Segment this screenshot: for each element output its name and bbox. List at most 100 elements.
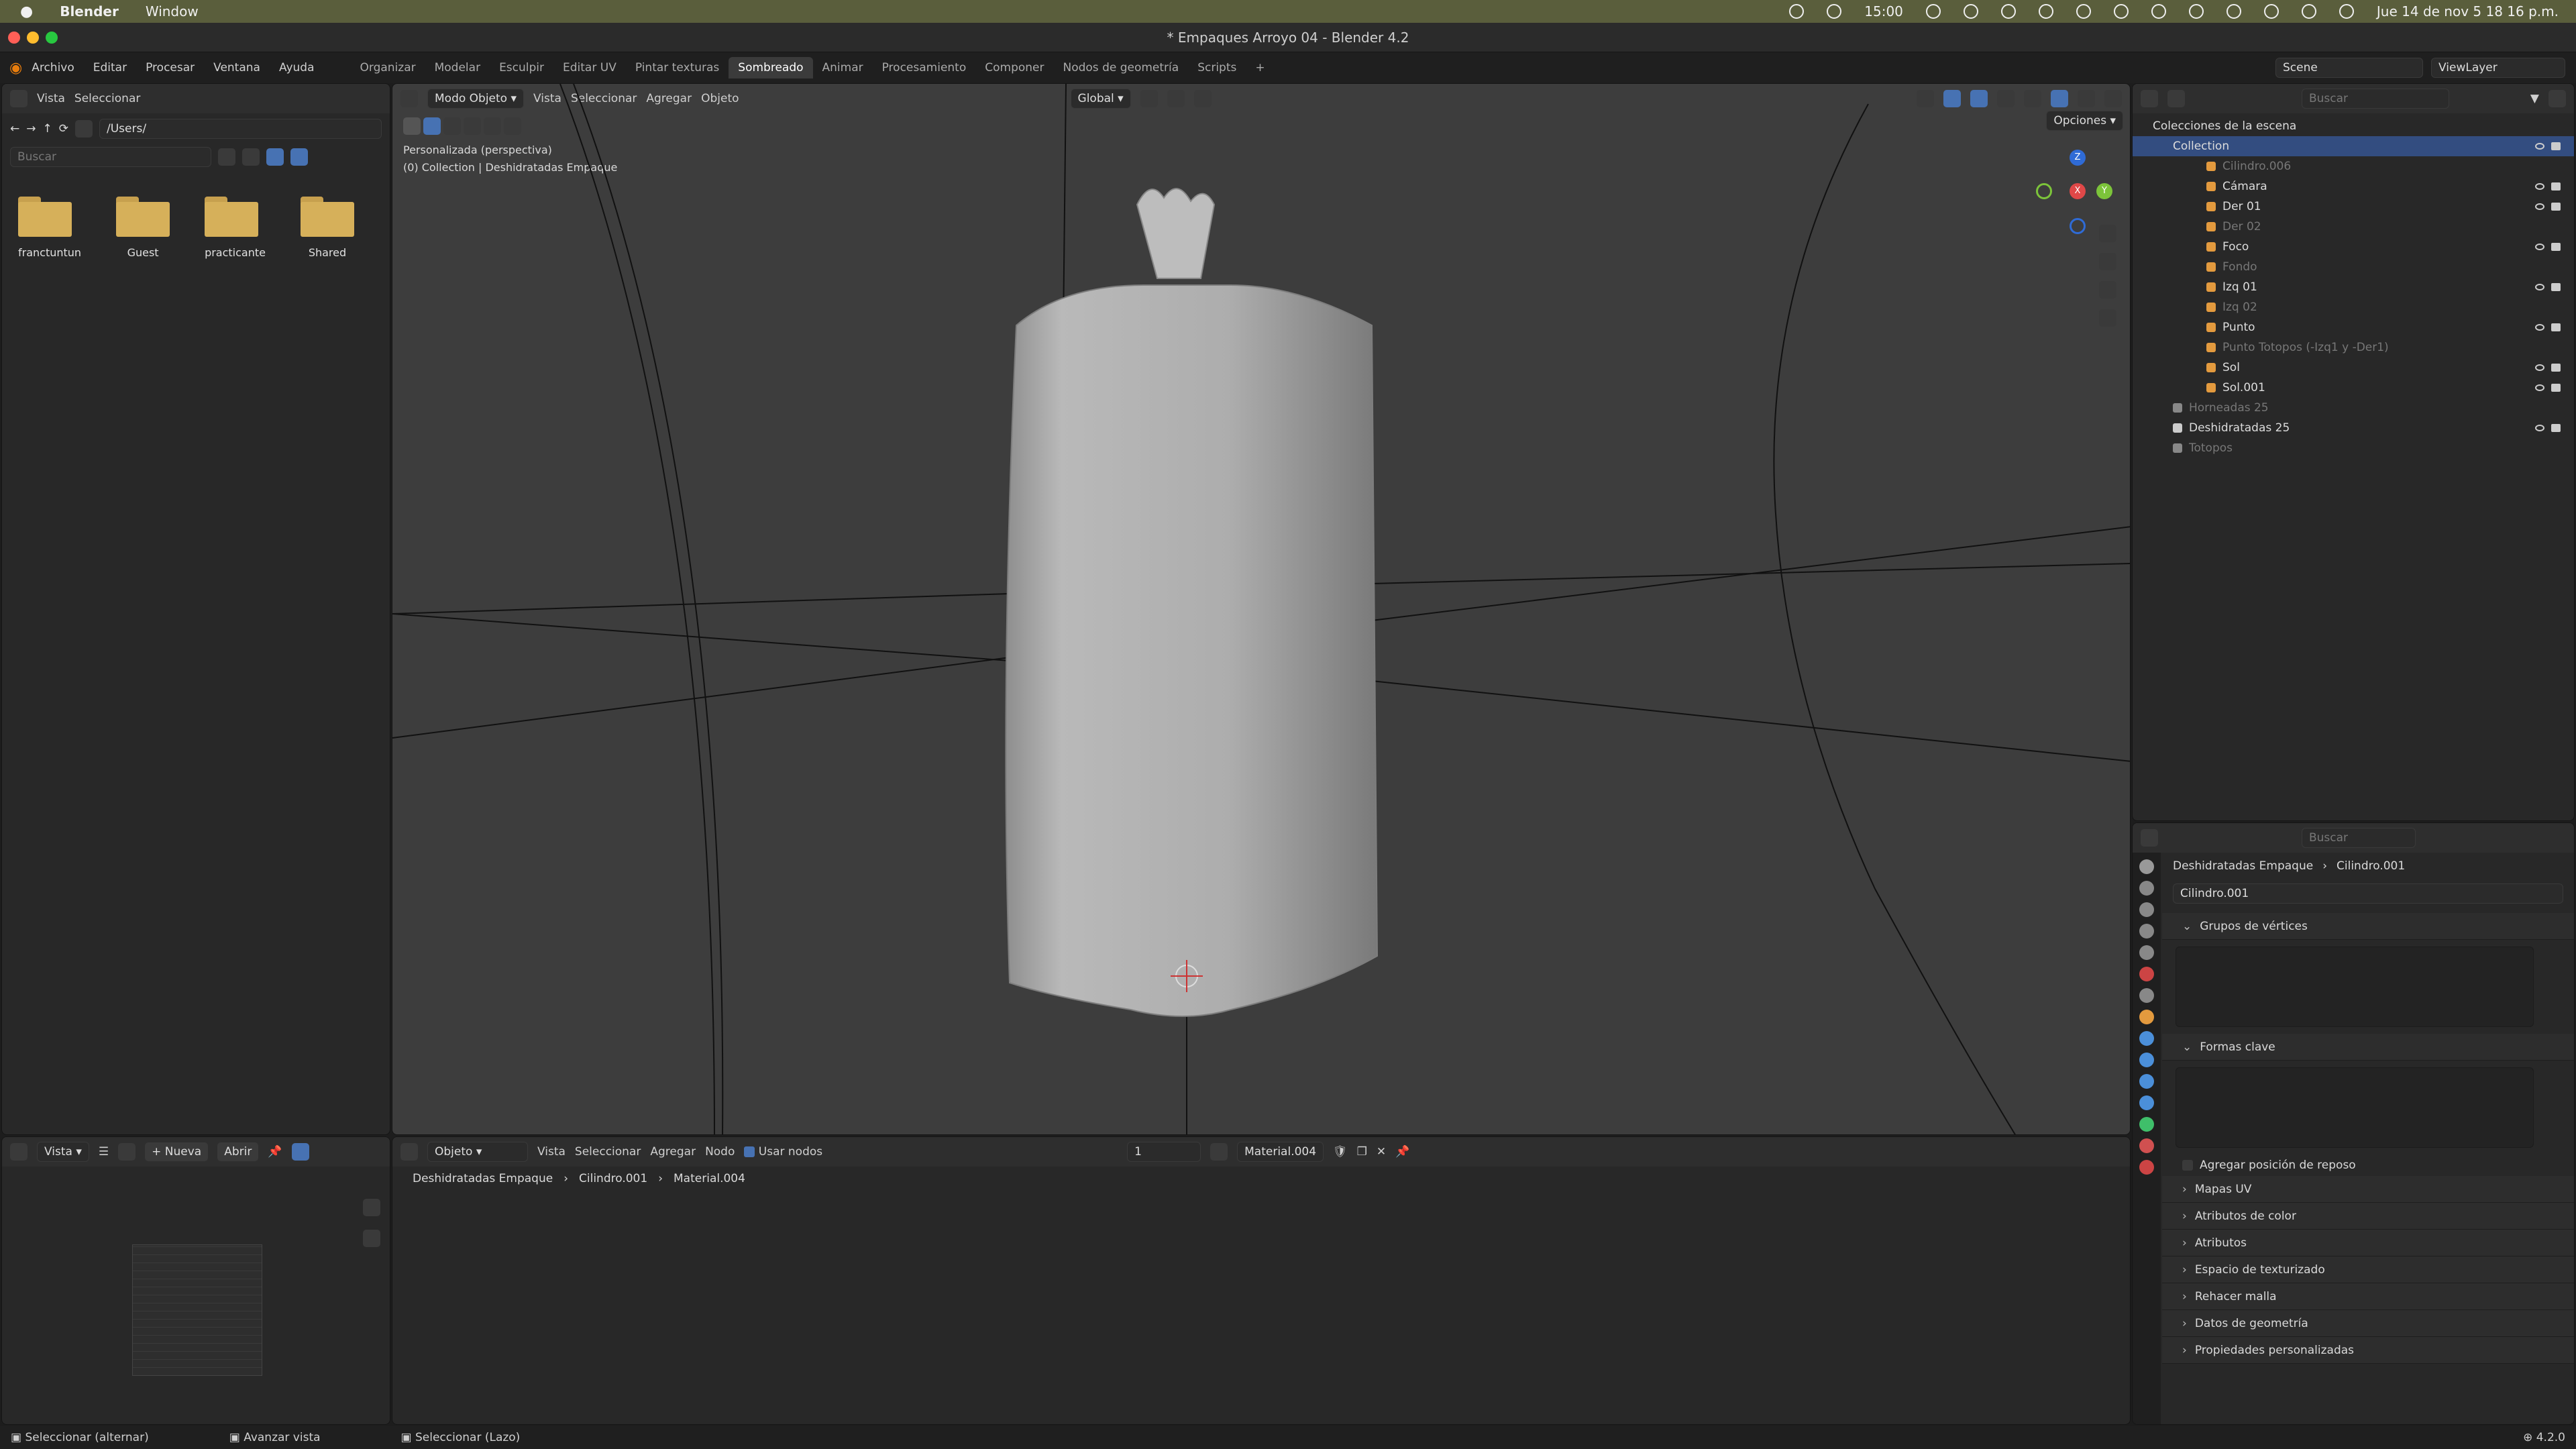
- render-camera-icon[interactable]: [2551, 182, 2561, 191]
- vertex-groups-section[interactable]: ⌄ Grupos de vértices: [2162, 913, 2574, 940]
- shape-keys-list[interactable]: [2176, 1067, 2534, 1148]
- shape-keys-section[interactable]: ⌄ Formas clave: [2162, 1034, 2574, 1061]
- workspace-tab-nodos-geometria[interactable]: Nodos de geometría: [1054, 57, 1189, 78]
- outliner-item[interactable]: Cilindro.006: [2133, 156, 2574, 176]
- material-name-field[interactable]: Material.004: [1237, 1142, 1324, 1162]
- apple-icon[interactable]: ●: [20, 3, 33, 20]
- axis-neg-y-handle[interactable]: [2036, 183, 2052, 199]
- uv-maps-section[interactable]: › Mapas UV: [2162, 1176, 2574, 1203]
- image-settings-icon[interactable]: [291, 1143, 309, 1161]
- tool-tab-icon[interactable]: [2139, 859, 2154, 874]
- eye-icon[interactable]: [2535, 324, 2544, 331]
- render-camera-icon[interactable]: [2551, 384, 2561, 392]
- render-camera-icon[interactable]: [2551, 203, 2561, 211]
- mac-menu-window[interactable]: Window: [146, 3, 199, 19]
- headphones-icon[interactable]: [2038, 4, 2053, 19]
- eye-icon[interactable]: [2535, 284, 2544, 290]
- moon-icon[interactable]: [2188, 4, 2204, 19]
- mac-datetime[interactable]: Jue 14 de nov 5 18 16 p.m.: [2377, 3, 2559, 19]
- menu-archivo[interactable]: Archivo: [22, 61, 84, 74]
- open-image-button[interactable]: Abrir: [217, 1142, 259, 1161]
- shader-editor-type-icon[interactable]: [400, 1143, 418, 1161]
- status-icon-4[interactable]: [1963, 4, 1978, 19]
- vertex-groups-list[interactable]: [2176, 947, 2534, 1027]
- outliner-item[interactable]: Sol: [2133, 358, 2574, 378]
- view-layer-tab-icon[interactable]: [2139, 924, 2154, 938]
- back-arrow-icon[interactable]: ←: [10, 122, 19, 136]
- outliner-item[interactable]: Sol.001: [2133, 378, 2574, 398]
- outliner-sub-collection[interactable]: Horneadas 25: [2133, 398, 2574, 418]
- shader-object-selector[interactable]: Objeto ▾: [427, 1142, 528, 1162]
- folder-item[interactable]: practicante: [205, 197, 266, 259]
- eye-icon[interactable]: [2535, 244, 2544, 250]
- shader-menu-seleccionar[interactable]: Seleccionar: [575, 1145, 641, 1159]
- object-tab-icon[interactable]: [2139, 1010, 2154, 1024]
- workspace-tab-esculpir[interactable]: Esculpir: [490, 57, 553, 78]
- file-menu-seleccionar[interactable]: Seleccionar: [74, 92, 140, 105]
- file-search-input[interactable]: Buscar: [10, 147, 211, 167]
- rest-position-row[interactable]: Agregar posición de reposo: [2162, 1155, 2574, 1176]
- axis-z-handle[interactable]: Z: [2070, 150, 2086, 166]
- geometry-data-section[interactable]: › Datos de geometría: [2162, 1310, 2574, 1337]
- workspace-tab-modelar[interactable]: Modelar: [425, 57, 490, 78]
- breadcrumb-object[interactable]: Deshidratadas Empaque: [2173, 859, 2313, 873]
- editor-type-icon[interactable]: [10, 90, 28, 107]
- use-nodes-checkbox[interactable]: Usar nodos: [744, 1145, 822, 1159]
- shader-menu-nodo[interactable]: Nodo: [705, 1145, 735, 1159]
- outliner-sub-collection[interactable]: Totopos: [2133, 438, 2574, 458]
- material-tab-icon[interactable]: [2139, 1138, 2154, 1153]
- mesh-name-field[interactable]: Cilindro.001: [2173, 883, 2563, 904]
- eye-icon[interactable]: [2535, 183, 2544, 190]
- outliner-item[interactable]: Der 02: [2133, 217, 2574, 237]
- mac-app-name[interactable]: Blender: [60, 3, 119, 19]
- breadcrumb-mesh[interactable]: Cilindro.001: [2337, 859, 2405, 873]
- particles-tab-icon[interactable]: [2139, 1053, 2154, 1067]
- outliner-item[interactable]: Der 01: [2133, 197, 2574, 217]
- wifi-icon[interactable]: [2226, 4, 2241, 19]
- control-center-icon[interactable]: [2339, 4, 2354, 19]
- remesh-section[interactable]: › Rehacer malla: [2162, 1283, 2574, 1310]
- menu-editar[interactable]: Editar: [84, 61, 136, 74]
- folder-item[interactable]: franctuntun: [18, 197, 81, 259]
- eye-icon[interactable]: [2535, 384, 2544, 391]
- outliner-item[interactable]: Cámara: [2133, 176, 2574, 197]
- shader-menu-vista[interactable]: Vista: [537, 1145, 566, 1159]
- eye-icon[interactable]: [2535, 143, 2544, 150]
- workspace-tab-animar[interactable]: Animar: [813, 57, 873, 78]
- refresh-icon[interactable]: ⟳: [59, 122, 68, 136]
- outliner-item[interactable]: Punto Totopos (-Izq1 y -Der1): [2133, 337, 2574, 358]
- custom-properties-section[interactable]: › Propiedades personalizadas: [2162, 1337, 2574, 1364]
- scene-tab-icon[interactable]: [2139, 945, 2154, 960]
- properties-editor-type-icon[interactable]: [2141, 829, 2158, 847]
- workspace-tab-pintar-texturas[interactable]: Pintar texturas: [626, 57, 729, 78]
- list-vertical-icon[interactable]: [218, 148, 235, 166]
- menu-procesar[interactable]: Procesar: [136, 61, 204, 74]
- axis-y-handle[interactable]: Y: [2096, 183, 2112, 199]
- bag-body[interactable]: [1005, 284, 1379, 1017]
- properties-search-input[interactable]: Buscar: [2302, 828, 2416, 848]
- pan-hand-icon[interactable]: [2099, 253, 2116, 270]
- grid-view-icon[interactable]: [2099, 309, 2116, 327]
- image-view-selector[interactable]: Vista ▾: [37, 1142, 89, 1162]
- eye-icon[interactable]: [2535, 364, 2544, 371]
- image-editor-type-icon[interactable]: [10, 1143, 28, 1161]
- color-attributes-section[interactable]: › Atributos de color: [2162, 1203, 2574, 1230]
- outliner-item[interactable]: Fondo: [2133, 257, 2574, 277]
- mesh-data-tab-icon[interactable]: [2139, 1117, 2154, 1132]
- blender-logo-icon[interactable]: ◉: [9, 60, 22, 76]
- physics-tab-icon[interactable]: [2139, 1074, 2154, 1089]
- workspace-tab-editar-uv[interactable]: Editar UV: [553, 57, 626, 78]
- workspace-tab-procesamiento[interactable]: Procesamiento: [873, 57, 976, 78]
- view-layer-selector[interactable]: ViewLayer: [2431, 58, 2565, 78]
- spotlight-icon[interactable]: [2263, 4, 2279, 19]
- workspace-tab-scripts[interactable]: Scripts: [1188, 57, 1246, 78]
- texture-space-section[interactable]: › Espacio de texturizado: [2162, 1256, 2574, 1283]
- outliner-editor-type-icon[interactable]: [2141, 90, 2158, 107]
- breadcrumb-mesh[interactable]: Cilindro.001: [579, 1172, 647, 1185]
- render-tab-icon[interactable]: [2139, 881, 2154, 896]
- pin-icon[interactable]: 📌: [268, 1145, 282, 1159]
- eye-icon[interactable]: [2535, 425, 2544, 431]
- outliner-item[interactable]: Punto: [2133, 317, 2574, 337]
- material-duplicate-icon[interactable]: ❐: [1357, 1145, 1367, 1159]
- shader-pin-icon[interactable]: 📌: [1395, 1145, 1409, 1159]
